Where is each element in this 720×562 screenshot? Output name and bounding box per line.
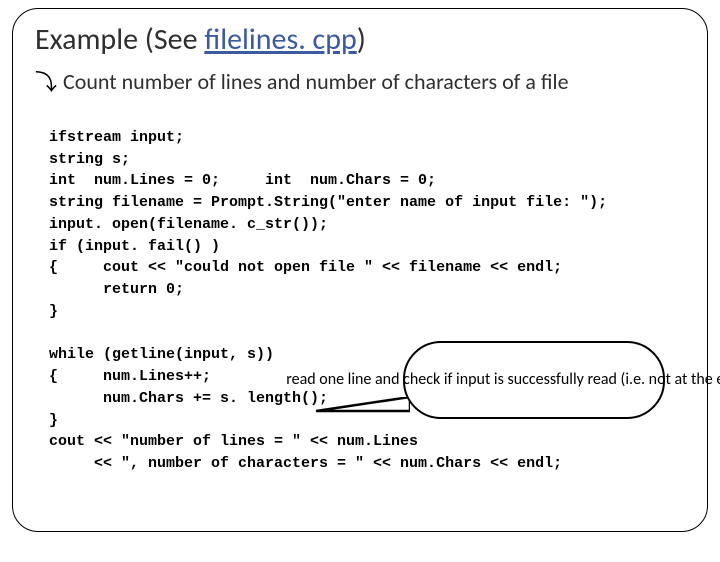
code-line: return 0; xyxy=(49,281,184,298)
bullet-icon: ⤵ xyxy=(35,72,57,94)
bullet-row: ⤵ Count number of lines and number of ch… xyxy=(35,68,685,95)
slide-title: Example (See filelines. cpp) xyxy=(35,23,685,56)
callout-bubble: read one line and check if input is succ… xyxy=(403,341,665,419)
code-line: string s; xyxy=(49,151,130,168)
code-line: string filename = Prompt.String("enter n… xyxy=(49,194,607,211)
code-line: { num.Lines++; xyxy=(49,368,211,385)
code-block: ifstream input; string s; int num.Lines … xyxy=(35,105,685,562)
code-line: ifstream input; xyxy=(49,129,184,146)
code-line: cout << "number of lines = " << num.Line… xyxy=(49,433,418,450)
title-filename: filelines. cpp xyxy=(204,21,356,58)
code-line: { cout << "could not open file " << file… xyxy=(49,259,562,276)
callout-tail xyxy=(316,397,410,423)
code-line: } xyxy=(49,412,58,429)
title-prefix: Example (See xyxy=(35,21,204,58)
bullet-text: Count number of lines and number of char… xyxy=(63,68,569,95)
code-line: if (input. fail() ) xyxy=(49,238,220,255)
slide-frame: Example (See filelines. cpp) ⤵ Count num… xyxy=(12,8,708,532)
code-line: } xyxy=(49,303,58,320)
code-line: num.Chars += s. length(); xyxy=(49,390,328,407)
callout-text: read one line and check if input is succ… xyxy=(286,370,720,390)
code-line: input. open(filename. c_str()); xyxy=(49,216,328,233)
code-line: int num.Lines = 0; int num.Chars = 0; xyxy=(49,172,436,189)
code-line: << ", number of characters = " << num.Ch… xyxy=(49,455,562,472)
code-line: while (getline(input, s)) xyxy=(49,346,274,363)
title-suffix: ) xyxy=(357,21,366,58)
